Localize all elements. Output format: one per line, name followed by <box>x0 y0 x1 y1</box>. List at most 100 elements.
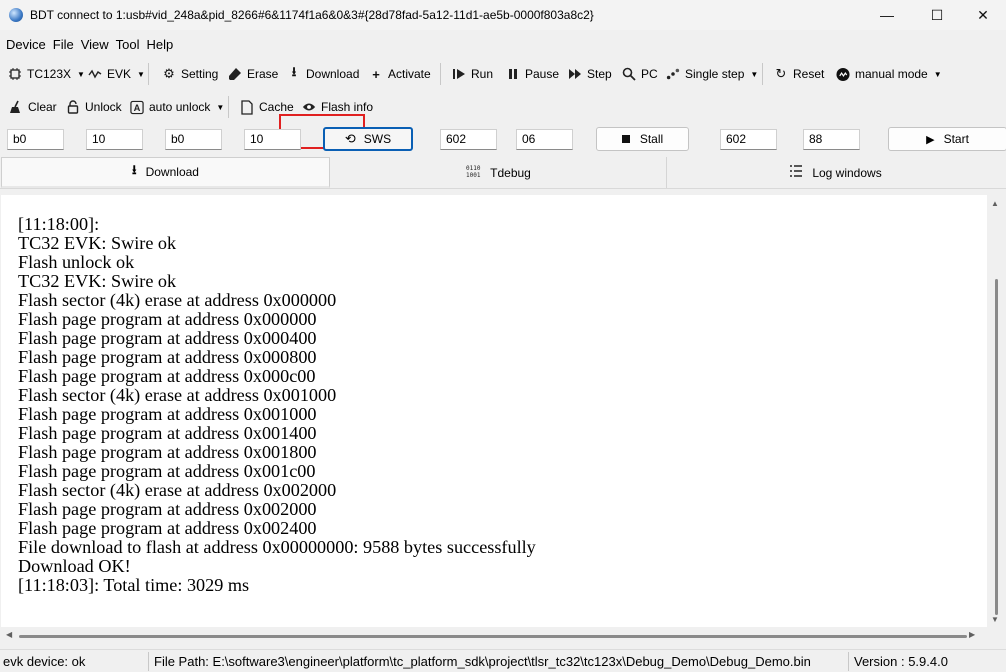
menu-tool[interactable]: Tool <box>116 37 140 52</box>
chevron-down-icon: ▼ <box>137 69 145 79</box>
log-output-panel[interactable]: [11:18:00]: TC32 EVK: Swire ok Flash unl… <box>1 195 987 627</box>
binary-icon: 0110 1001 <box>466 164 481 181</box>
pc-button[interactable]: PC <box>618 61 662 87</box>
download-label: Download <box>306 67 360 81</box>
evk-label: EVK <box>107 67 132 81</box>
value-field-1[interactable]: 10 <box>86 129 143 150</box>
play-icon: ▶ <box>926 133 935 146</box>
erase-label: Erase <box>247 67 279 81</box>
tab-bar: ⭳ Download 0110 1001 Tdebug Log windows <box>0 157 1006 189</box>
unlock-icon <box>66 100 80 114</box>
refresh-icon: ⟲ <box>344 131 356 146</box>
single-step-dropdown[interactable]: Single step ▼ <box>662 61 762 87</box>
device-status: evk device: ok <box>3 654 86 669</box>
chip-icon <box>8 67 22 81</box>
pc-label: PC <box>641 67 658 81</box>
unlock-button[interactable]: Unlock <box>62 94 126 120</box>
horizontal-scrollbar[interactable]: ◀ ▶ <box>1 627 987 645</box>
auto-unlock-label: auto unlock <box>149 100 211 114</box>
list-icon <box>789 165 803 180</box>
pause-button[interactable]: Pause <box>502 61 563 87</box>
value-field-4[interactable]: 88 <box>803 129 860 150</box>
download-arrow-icon: ⭳ <box>291 64 297 79</box>
log-text: [11:18:00]: TC32 EVK: Swire ok Flash unl… <box>18 214 536 595</box>
register-field-row: b0 10 b0 10 ⟲ SWS 602 06 Stall 602 88 ▶ … <box>0 125 1006 155</box>
chip-label: TC123X <box>27 67 72 81</box>
scroll-up-arrow-icon[interactable]: ▲ <box>991 199 999 208</box>
activate-label: Activate <box>388 67 431 81</box>
value-field-2[interactable]: 10 <box>244 129 301 150</box>
address-field-2[interactable]: b0 <box>165 129 222 150</box>
maximize-button[interactable]: ☐ <box>914 0 960 30</box>
sws-button[interactable]: ⟲ SWS <box>323 127 413 151</box>
menu-device[interactable]: Device <box>6 37 46 52</box>
flash-info-button[interactable]: Flash info <box>298 94 377 120</box>
pause-icon <box>506 67 520 81</box>
menu-file[interactable]: File <box>53 37 74 52</box>
chip-select-dropdown[interactable]: TC123X ▼ <box>4 61 89 87</box>
auto-letter-icon: A <box>130 100 144 114</box>
mode-icon <box>836 67 850 81</box>
clear-button[interactable]: Clear <box>5 94 61 120</box>
horizontal-scroll-thumb[interactable] <box>19 635 967 638</box>
reset-label: Reset <box>793 67 825 81</box>
setting-label: Setting <box>181 67 219 81</box>
tab-download-label: Download <box>145 165 199 179</box>
erase-button[interactable]: Erase <box>224 61 282 87</box>
close-button[interactable]: ✕ <box>960 0 1006 30</box>
scroll-down-arrow-icon[interactable]: ▼ <box>991 615 999 624</box>
vertical-scroll-thumb[interactable] <box>995 279 998 615</box>
activate-button[interactable]: + Activate <box>365 61 435 87</box>
cache-button[interactable]: Cache <box>236 94 298 120</box>
single-step-label: Single step <box>685 67 745 81</box>
toolbar-separator <box>228 96 229 118</box>
main-toolbar: TC123X ▼ EVK ▼ ⚙ Setting Erase ⭳ Downloa… <box>0 59 1006 149</box>
svg-text:0110: 0110 <box>466 165 481 172</box>
download-button[interactable]: ⭳ Download <box>283 61 363 87</box>
pause-label: Pause <box>525 67 560 81</box>
file-path-status: File Path: E:\software3\engineer\platfor… <box>154 654 811 669</box>
evk-select-dropdown[interactable]: EVK ▼ <box>84 61 149 87</box>
flash-info-label: Flash info <box>321 100 374 114</box>
tab-log-windows[interactable]: Log windows <box>667 157 1004 188</box>
step-button[interactable]: Step <box>564 61 616 87</box>
download-arrow-icon: ⭳ <box>132 162 137 177</box>
eraser-icon <box>228 67 242 81</box>
start-button[interactable]: ▶ Start <box>888 127 1006 151</box>
start-label: Start <box>943 132 969 146</box>
auto-unlock-dropdown[interactable]: A auto unlock ▼ <box>126 94 228 120</box>
step-icon <box>568 67 582 81</box>
plus-icon: + <box>372 66 380 82</box>
run-label: Run <box>471 67 494 81</box>
minimize-button[interactable]: — <box>864 0 910 30</box>
mode-dropdown[interactable]: manual mode ▼ <box>832 61 946 87</box>
chevron-down-icon: ▼ <box>750 69 759 79</box>
title-bar: BDT connect to 1:usb#vid_248a&pid_8266#6… <box>0 0 1006 30</box>
menu-view[interactable]: View <box>81 37 109 52</box>
toolbar-separator <box>762 63 763 85</box>
menu-help[interactable]: Help <box>147 37 174 52</box>
address-field-4[interactable]: 602 <box>720 129 777 150</box>
mode-label: manual mode <box>855 67 928 81</box>
vertical-scrollbar[interactable]: ▲ ▼ <box>987 195 1006 627</box>
stop-square-icon <box>621 135 630 143</box>
address-field-1[interactable]: b0 <box>7 129 64 150</box>
toolbar-separator <box>440 63 441 85</box>
setting-button[interactable]: ⚙ Setting <box>158 61 222 87</box>
tab-tdebug[interactable]: 0110 1001 Tdebug <box>331 157 667 188</box>
svg-text:A: A <box>134 103 141 113</box>
stall-button[interactable]: Stall <box>596 127 689 151</box>
value-field-3[interactable]: 06 <box>516 129 573 150</box>
menu-bar: Device File View Tool Help <box>0 33 180 55</box>
dots-step-icon <box>666 67 680 81</box>
scroll-left-arrow-icon[interactable]: ◀ <box>6 630 12 639</box>
tab-download[interactable]: ⭳ Download <box>1 157 330 188</box>
address-field-3[interactable]: 602 <box>440 129 497 150</box>
scroll-right-arrow-icon[interactable]: ▶ <box>969 630 975 639</box>
reset-icon: ↻ <box>775 66 787 81</box>
run-button[interactable]: Run <box>448 61 497 87</box>
reset-button[interactable]: ↻ Reset <box>770 61 828 87</box>
sws-label: SWS <box>363 132 392 146</box>
secondary-toolbar: Clear Unlock A auto unlock ▼ Cache Flash… <box>0 93 1006 121</box>
step-label: Step <box>587 67 612 81</box>
